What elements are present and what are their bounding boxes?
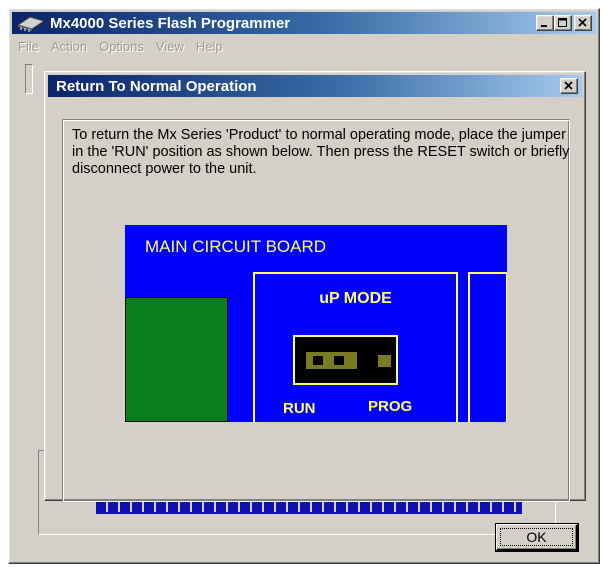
close-icon xyxy=(564,81,573,90)
minimize-button[interactable] xyxy=(536,15,554,31)
dialog-message: To return the Mx Series 'Product' to nor… xyxy=(72,127,570,177)
jumper-pin xyxy=(334,356,344,365)
mode-label: uP MODE xyxy=(319,290,392,307)
menu-options[interactable]: Options xyxy=(99,39,144,54)
jumper-pin xyxy=(313,356,323,365)
ok-button[interactable]: OK xyxy=(495,523,579,552)
dialog-titlebar[interactable]: Return To Normal Operation xyxy=(48,75,582,97)
menu-help[interactable]: Help xyxy=(196,39,223,54)
up-mode-panel: uP MODE RUN PROG xyxy=(253,272,458,422)
main-close-button[interactable] xyxy=(574,15,592,31)
menu-file[interactable]: File xyxy=(18,39,39,54)
background-panel xyxy=(25,64,33,94)
chip-icon xyxy=(16,16,46,32)
dialog-title: Return To Normal Operation xyxy=(56,77,257,95)
green-component xyxy=(125,297,228,422)
jumper xyxy=(306,352,357,369)
board-title: MAIN CIRCUIT BOARD xyxy=(145,237,327,256)
maximize-icon xyxy=(558,18,567,27)
menu-view[interactable]: View xyxy=(156,39,184,54)
run-label: RUN xyxy=(283,400,316,417)
focus-rectangle xyxy=(500,528,573,546)
minimize-icon xyxy=(541,25,547,27)
prog-label: PROG xyxy=(368,398,413,415)
dialog-close-button[interactable] xyxy=(560,78,578,94)
main-titlebar[interactable]: Mx4000 Series Flash Programmer xyxy=(12,12,596,34)
main-window-title: Mx4000 Series Flash Programmer xyxy=(50,14,291,32)
menu-action[interactable]: Action xyxy=(51,39,87,54)
main-title-buttons xyxy=(536,15,592,31)
connector-strip xyxy=(96,500,522,514)
jumper-header xyxy=(293,335,398,385)
main-menubar: File Action Options View Help xyxy=(12,36,596,56)
return-to-normal-dialog: Return To Normal Operation To return the… xyxy=(44,71,586,552)
right-component xyxy=(468,272,507,422)
main-circuit-board-diagram: MAIN CIRCUIT BOARD uP MODE RUN PROG xyxy=(125,225,507,422)
close-icon xyxy=(578,18,587,27)
maximize-button[interactable] xyxy=(554,15,572,31)
header-pin-prog xyxy=(378,355,391,367)
